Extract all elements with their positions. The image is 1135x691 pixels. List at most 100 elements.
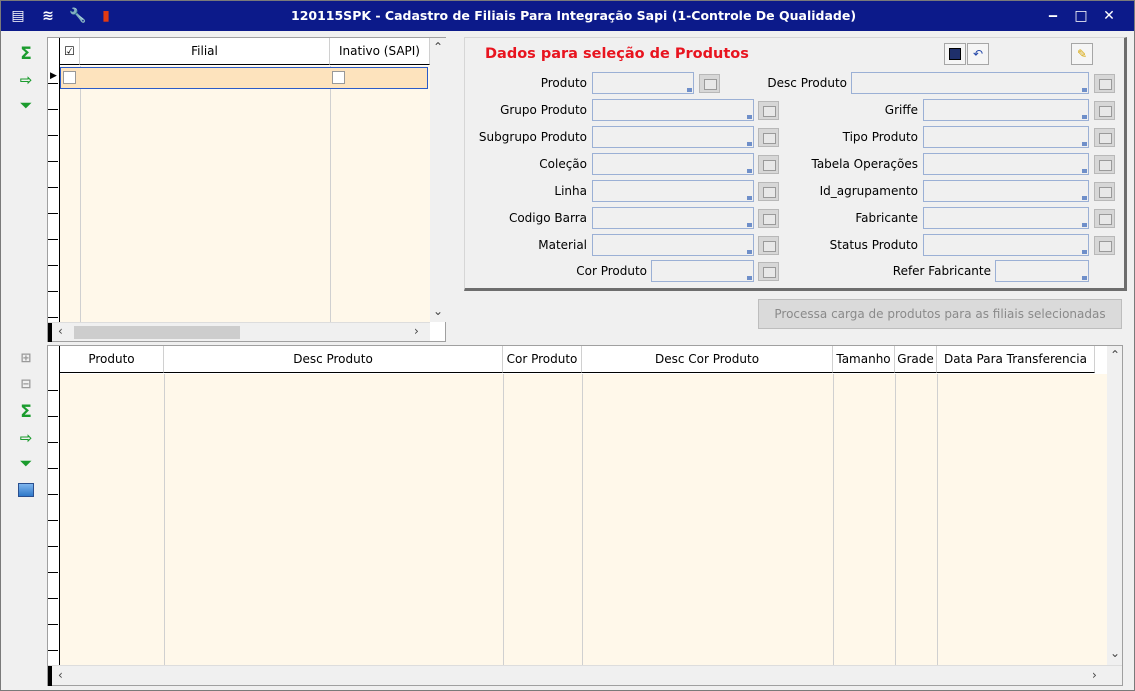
lookup-icon[interactable]: [758, 262, 779, 281]
produto-field[interactable]: [592, 72, 694, 94]
process-button[interactable]: Processa carga de produtos para as filia…: [758, 299, 1122, 329]
label-status-produto: Status Produto: [829, 238, 918, 252]
row-header-column: [48, 346, 60, 685]
label-produto: Produto: [540, 76, 587, 90]
filter-icon[interactable]: ⏷: [15, 453, 37, 475]
grupo-produto-field[interactable]: [592, 99, 754, 121]
lookup-icon[interactable]: [1094, 128, 1115, 147]
book-icon[interactable]: ▮: [97, 7, 115, 25]
label-fabricante: Fabricante: [855, 211, 918, 225]
vertical-scrollbar[interactable]: ⌃ ⌄: [1107, 346, 1122, 665]
column-header-desc-produto[interactable]: Desc Produto: [164, 346, 503, 373]
scroll-right-icon[interactable]: ›: [1092, 668, 1097, 682]
label-codigo-barra: Codigo Barra: [508, 211, 587, 225]
codigo-barra-field[interactable]: [592, 207, 754, 229]
save-icon[interactable]: [944, 43, 966, 65]
scroll-right-icon[interactable]: ›: [414, 324, 419, 338]
image-icon[interactable]: [15, 479, 37, 501]
subgrupo-produto-field[interactable]: [592, 126, 754, 148]
lookup-icon[interactable]: [1094, 155, 1115, 174]
panel-title: Dados para seleção de Produtos: [485, 46, 749, 62]
wrench-icon[interactable]: 🔧: [69, 7, 87, 25]
lookup-icon[interactable]: [758, 155, 779, 174]
scroll-down-icon[interactable]: ⌄: [1110, 646, 1120, 660]
linha-field[interactable]: [592, 180, 754, 202]
vertical-scrollbar[interactable]: ⌃ ⌄: [430, 38, 446, 322]
tipo-produto-field[interactable]: [923, 126, 1089, 148]
column-header-grade[interactable]: Grade: [895, 346, 937, 373]
lookup-icon[interactable]: [699, 74, 720, 93]
scroll-left-icon[interactable]: ‹: [58, 668, 63, 682]
add-row-icon[interactable]: ⊞: [15, 347, 37, 369]
sum-icon[interactable]: Σ: [15, 43, 37, 65]
filial-grid-body: [60, 66, 430, 322]
product-selection-panel: Dados para seleção de Produtos ↶ ✎ Produ…: [464, 37, 1127, 291]
undo-icon[interactable]: ↶: [967, 43, 989, 65]
lookup-icon[interactable]: [758, 236, 779, 255]
window-title: 120115SPK - Cadastro de Filiais Para Int…: [291, 8, 857, 23]
column-header-produto[interactable]: Produto: [60, 346, 164, 373]
main-window: ▤ ≋ 🔧 ▮ 120115SPK - Cadastro de Filiais …: [0, 0, 1135, 691]
minimize-button[interactable]: ‒: [1043, 6, 1063, 26]
maximize-button[interactable]: □: [1071, 6, 1091, 26]
table-row[interactable]: [60, 67, 428, 89]
lookup-icon[interactable]: [758, 182, 779, 201]
lookup-icon[interactable]: [758, 209, 779, 228]
scroll-thumb[interactable]: [74, 326, 240, 339]
column-header-desc-cor-produto[interactable]: Desc Cor Produto: [582, 346, 833, 373]
remove-row-icon[interactable]: ⊟: [15, 373, 37, 395]
colecao-field[interactable]: [592, 153, 754, 175]
export-icon[interactable]: ⇨: [15, 69, 37, 91]
tree-icon[interactable]: ≋: [39, 7, 57, 25]
scroll-down-icon[interactable]: ⌄: [433, 304, 443, 318]
lookup-icon[interactable]: [1094, 74, 1115, 93]
export-icon[interactable]: ⇨: [15, 427, 37, 449]
label-refer-fabricante: Refer Fabricante: [892, 264, 991, 278]
label-colecao: Coleção: [539, 157, 587, 171]
lookup-icon[interactable]: [1094, 236, 1115, 255]
column-header-inativo[interactable]: Inativo (SAPI): [330, 38, 430, 65]
column-header-filial[interactable]: Filial: [80, 38, 330, 65]
filial-grid: ☑ Filial Inativo (SAPI) ▶ ⌃ ⌄ ‹ ›: [47, 37, 446, 342]
id-agrupamento-field[interactable]: [923, 180, 1089, 202]
desc-produto-field[interactable]: [851, 72, 1089, 94]
row-checkbox[interactable]: [63, 71, 76, 84]
title-bar: ▤ ≋ 🔧 ▮ 120115SPK - Cadastro de Filiais …: [1, 1, 1134, 31]
close-button[interactable]: ✕: [1099, 6, 1119, 26]
label-linha: Linha: [554, 184, 587, 198]
label-cor-produto: Cor Produto: [576, 264, 647, 278]
horizontal-scrollbar[interactable]: ‹ ›: [48, 322, 430, 342]
refer-fabricante-field[interactable]: [995, 260, 1089, 282]
inativo-checkbox[interactable]: [332, 71, 345, 84]
filter-icon[interactable]: ⏷: [15, 95, 37, 117]
column-header-cor-produto[interactable]: Cor Produto: [503, 346, 582, 373]
griffe-field[interactable]: [923, 99, 1089, 121]
product-grid-body: [60, 374, 1107, 665]
lookup-icon[interactable]: [1094, 209, 1115, 228]
lookup-icon[interactable]: [758, 101, 779, 120]
status-produto-field[interactable]: [923, 234, 1089, 256]
sum-icon[interactable]: Σ: [15, 401, 37, 423]
check-all-header[interactable]: ☑: [60, 38, 80, 65]
cor-produto-field[interactable]: [651, 260, 754, 282]
row-header-column: [48, 38, 60, 341]
scroll-left-icon[interactable]: ‹: [58, 324, 63, 338]
column-header-data-transferencia[interactable]: Data Para Transferencia: [937, 346, 1095, 373]
lookup-icon[interactable]: [1094, 101, 1115, 120]
horizontal-scrollbar[interactable]: ‹ ›: [48, 665, 1122, 686]
menu-icon[interactable]: ▤: [9, 7, 27, 25]
product-grid: Produto Desc Produto Cor Produto Desc Co…: [47, 345, 1123, 686]
column-header-tamanho[interactable]: Tamanho: [833, 346, 895, 373]
scroll-up-icon[interactable]: ⌃: [1110, 348, 1120, 362]
material-field[interactable]: [592, 234, 754, 256]
tabela-operacoes-field[interactable]: [923, 153, 1089, 175]
scroll-up-icon[interactable]: ⌃: [433, 40, 443, 54]
lookup-icon[interactable]: [758, 128, 779, 147]
current-row-indicator: ▶: [50, 71, 57, 81]
label-griffe: Griffe: [884, 103, 918, 117]
label-grupo-produto: Grupo Produto: [500, 103, 587, 117]
fabricante-field[interactable]: [923, 207, 1089, 229]
lookup-icon[interactable]: [1094, 182, 1115, 201]
eraser-icon[interactable]: ✎: [1071, 43, 1093, 65]
label-material: Material: [538, 238, 587, 252]
